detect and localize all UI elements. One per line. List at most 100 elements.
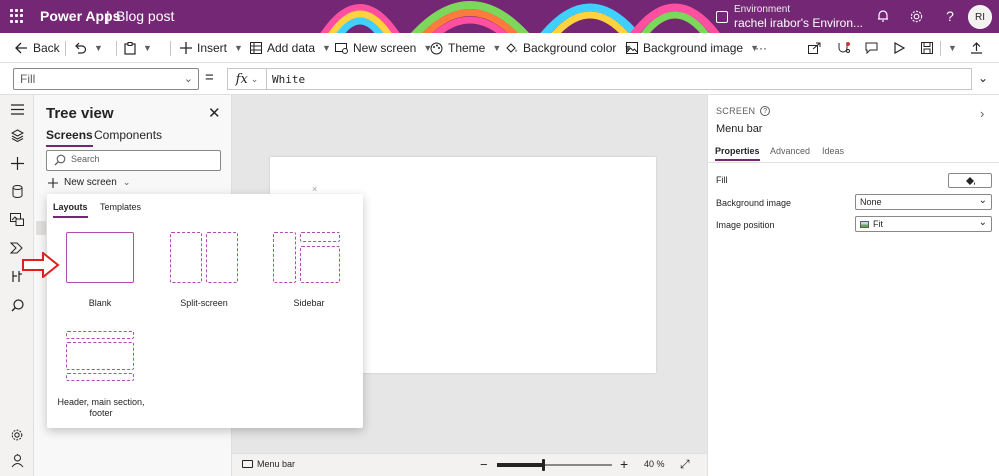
new-screen-layouts-popover: Layouts Templates Blank Split-screen Sid… xyxy=(47,194,363,428)
pane-title: Tree view xyxy=(46,105,114,122)
app-launcher-icon[interactable] xyxy=(10,9,24,23)
chevron-down-icon[interactable]: ▼ xyxy=(94,43,103,53)
image-position-value: Fit xyxy=(873,219,883,229)
background-image-dropdown[interactable]: None ⌄ xyxy=(855,194,992,210)
search-icon[interactable] xyxy=(7,295,27,315)
back-button[interactable]: Back xyxy=(15,33,60,63)
close-icon[interactable]: ✕ xyxy=(208,104,221,122)
paint-bucket-icon xyxy=(965,176,975,185)
current-screen-selector[interactable]: Menu bar xyxy=(242,459,295,469)
fill-color-picker[interactable] xyxy=(948,173,992,188)
tab-templates[interactable]: Templates xyxy=(100,202,141,216)
chevron-right-icon[interactable]: › xyxy=(980,106,984,121)
divider xyxy=(708,162,999,163)
control-name[interactable]: Menu bar xyxy=(716,123,762,135)
virtual-agent-icon[interactable] xyxy=(7,451,27,471)
tab-ideas[interactable]: Ideas xyxy=(822,146,844,159)
gear-icon[interactable] xyxy=(906,6,926,26)
search-icon xyxy=(54,154,66,166)
function-button[interactable]: fx ⌄ xyxy=(227,68,267,90)
properties-panel: SCREEN ? Menu bar › Properties Advanced … xyxy=(707,95,999,476)
zoom-percentage[interactable]: 40 % xyxy=(644,459,665,469)
publish-icon[interactable] xyxy=(970,33,983,63)
tab-screens[interactable]: Screens xyxy=(46,128,93,147)
zoom-slider-fill xyxy=(497,463,543,467)
media-icon[interactable] xyxy=(7,209,27,229)
current-screen-name: Menu bar xyxy=(257,459,296,469)
main-pane xyxy=(66,342,134,370)
header-pane xyxy=(66,331,134,339)
add-data-label: Add data xyxy=(267,41,316,55)
save-icon[interactable] xyxy=(921,33,933,63)
insert-icon[interactable] xyxy=(7,153,27,173)
search-input[interactable]: Search xyxy=(46,150,221,171)
chevron-down-icon[interactable]: ▼ xyxy=(143,43,152,53)
database-icon[interactable] xyxy=(7,181,27,201)
search-placeholder: Search xyxy=(71,154,100,164)
zoom-in-button[interactable]: + xyxy=(620,456,628,472)
divider xyxy=(940,41,941,56)
layout-blank[interactable]: Blank xyxy=(61,232,139,312)
image-position-label: Image position xyxy=(716,220,775,230)
hamburger-menu-icon[interactable] xyxy=(7,99,27,119)
share-icon[interactable] xyxy=(808,33,821,63)
sidebar-main-pane xyxy=(300,246,340,283)
chevron-down-icon[interactable]: ⌄ xyxy=(978,71,988,85)
help-icon[interactable]: ? xyxy=(940,6,960,26)
background-image-label: Background image xyxy=(716,198,792,208)
palette-icon xyxy=(430,42,443,54)
left-rail xyxy=(0,95,34,476)
new-screen-icon xyxy=(335,43,348,54)
background-image-button[interactable]: Background image ▼ xyxy=(626,33,759,63)
avatar[interactable]: RI xyxy=(968,5,992,29)
background-color-button[interactable]: Background color ▼ xyxy=(505,33,632,63)
more-button[interactable]: ··· xyxy=(755,33,767,63)
fit-to-window-icon[interactable]: ⤢ xyxy=(680,457,690,472)
play-icon[interactable] xyxy=(894,33,905,63)
screen-row-collapse-toggle[interactable] xyxy=(36,221,46,235)
layout-label: Sidebar xyxy=(293,298,325,308)
environment-label: Environment xyxy=(734,4,791,15)
app-checker-icon[interactable] xyxy=(837,33,851,63)
environment-picker[interactable]: Environment rachel irabor's Environ... xyxy=(716,3,863,30)
zoom-slider-thumb[interactable] xyxy=(542,459,545,471)
tab-properties[interactable]: Properties xyxy=(715,146,760,161)
chevron-down-icon[interactable]: ▼ xyxy=(946,33,957,63)
tab-layouts[interactable]: Layouts xyxy=(53,202,88,218)
layout-sidebar[interactable]: Sidebar xyxy=(269,232,349,312)
plus-icon xyxy=(180,42,192,54)
blank-layout-thumbnail xyxy=(66,232,134,283)
bell-icon[interactable] xyxy=(873,6,893,26)
undo-button[interactable]: ▼ xyxy=(74,33,103,63)
tree-view-icon[interactable] xyxy=(7,125,27,145)
sidebar-pane xyxy=(273,232,296,283)
gear-icon[interactable] xyxy=(7,425,27,445)
paste-button[interactable]: ▼ xyxy=(124,33,152,63)
insert-label: Insert xyxy=(197,41,228,55)
add-data-button[interactable]: Add data ▼ xyxy=(250,33,331,63)
arrow-right-annotation-icon xyxy=(22,252,60,278)
new-screen-button[interactable]: New screen ⌄ xyxy=(48,177,130,188)
layout-split-screen[interactable]: Split-screen xyxy=(164,232,244,312)
image-position-dropdown[interactable]: Fit ⌄ xyxy=(855,216,992,232)
zoom-out-button[interactable]: − xyxy=(480,457,488,472)
layout-header-main-footer[interactable]: Header, main section, footer xyxy=(55,331,147,421)
image-icon xyxy=(626,42,638,54)
screen-icon xyxy=(242,460,253,468)
command-bar: Back ▼ ▼ Insert ▼ Add data ▼ New screen … xyxy=(0,33,999,63)
zoom-slider[interactable] xyxy=(497,459,612,471)
property-selector[interactable]: Fill ⌄ xyxy=(13,68,199,90)
insert-button[interactable]: Insert ▼ xyxy=(180,33,243,63)
formula-bar: Fill ⌄ = fx ⌄ White ⌄ xyxy=(0,63,999,95)
background-image-value: None xyxy=(860,197,882,207)
new-screen-label: New screen xyxy=(353,41,417,55)
comments-icon[interactable] xyxy=(865,33,878,63)
help-icon[interactable]: ? xyxy=(760,106,771,116)
clipboard-icon xyxy=(124,41,136,55)
formula-input[interactable]: White xyxy=(266,68,972,90)
tab-components[interactable]: Components xyxy=(94,128,162,145)
new-screen-button[interactable]: New screen ▼ xyxy=(335,33,432,63)
document-name[interactable]: Blog post xyxy=(116,8,174,24)
tab-advanced[interactable]: Advanced xyxy=(770,146,810,159)
theme-button[interactable]: Theme ▼ xyxy=(430,33,501,63)
